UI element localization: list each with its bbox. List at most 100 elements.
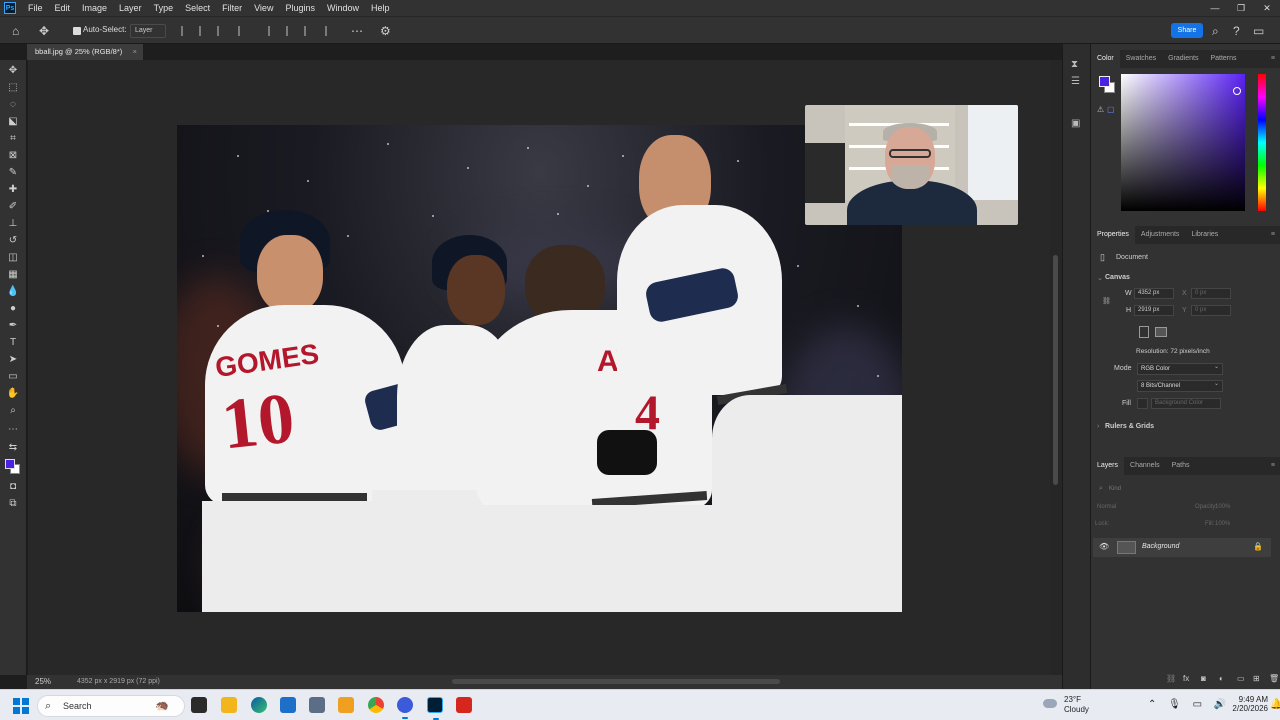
menu-select[interactable]: Select	[179, 0, 216, 16]
menu-type[interactable]: Type	[148, 0, 180, 16]
network-icon[interactable]: ▭	[1193, 699, 1202, 710]
crop-tool-icon[interactable]: ⌗	[6, 133, 20, 145]
vertical-scroll-thumb[interactable]	[1053, 255, 1058, 485]
screen-mode-icon[interactable]: ⧉	[6, 498, 20, 510]
menu-file[interactable]: File	[22, 0, 49, 16]
align-top-icon[interactable]	[268, 26, 278, 36]
collapse-chevron-icon[interactable]: ›	[1097, 423, 1099, 430]
foreground-color-swatch[interactable]	[1099, 76, 1110, 87]
healing-brush-icon[interactable]: ✚	[6, 184, 20, 196]
edge-browser-icon[interactable]	[251, 697, 267, 713]
visibility-eye-icon[interactable]: 👁	[1099, 542, 1109, 551]
home-icon[interactable]: ⌂	[12, 24, 19, 38]
rulers-grids-section[interactable]: Rulers & Grids	[1105, 423, 1154, 430]
align-center-icon[interactable]	[199, 26, 209, 36]
document-image[interactable]: GOMES 10 AVILES 4	[177, 125, 902, 612]
menu-view[interactable]: View	[248, 0, 279, 16]
document-info[interactable]: 4352 px x 2919 px (72 ppi)	[77, 678, 160, 685]
more-options-icon[interactable]: ⋯	[351, 24, 363, 38]
layer-name[interactable]: Background	[1142, 543, 1179, 550]
dodge-tool-icon[interactable]: ●	[6, 303, 20, 315]
gradient-tool-icon[interactable]: ▦	[6, 269, 20, 281]
canvas-section-label[interactable]: Canvas	[1105, 274, 1130, 281]
collapse-chevron-icon[interactable]: ⌄	[1097, 274, 1103, 282]
store-icon[interactable]	[280, 697, 296, 713]
restore-button[interactable]: ❐	[1228, 0, 1254, 16]
eraser-tool-icon[interactable]: ◫	[6, 252, 20, 264]
brush-tool-icon[interactable]: ✐	[6, 201, 20, 213]
windows-start-icon[interactable]	[13, 698, 29, 714]
color-picker-ring[interactable]	[1233, 87, 1241, 95]
menu-edit[interactable]: Edit	[49, 0, 77, 16]
distribute-icon[interactable]	[238, 26, 248, 36]
new-group-icon[interactable]: ▭	[1237, 674, 1245, 683]
menu-image[interactable]: Image	[76, 0, 113, 16]
lasso-tool-icon[interactable]: ◌	[6, 99, 20, 111]
landscape-orientation-icon[interactable]	[1155, 327, 1167, 337]
vertical-scrollbar[interactable]	[1050, 60, 1062, 675]
volume-icon[interactable]: 🔊	[1214, 699, 1226, 710]
auto-select-target-dropdown[interactable]: Layer	[130, 24, 166, 38]
help-icon[interactable]: ?	[1233, 24, 1240, 38]
calculator-icon[interactable]	[309, 697, 325, 713]
tab-swatches[interactable]: Swatches	[1120, 50, 1162, 68]
pen-tool-icon[interactable]: ✒	[6, 320, 20, 332]
chrome-icon[interactable]	[368, 697, 384, 713]
obs-icon[interactable]	[397, 697, 413, 719]
align-left-icon[interactable]	[181, 26, 191, 36]
menu-window[interactable]: Window	[321, 0, 365, 16]
tab-gradients[interactable]: Gradients	[1162, 50, 1204, 68]
quick-mask-icon[interactable]: ◘	[6, 481, 20, 493]
layer-kind-filter[interactable]: Kind	[1109, 486, 1121, 492]
path-select-icon[interactable]: ➤	[6, 354, 20, 366]
blend-mode-select[interactable]: Normal	[1097, 504, 1116, 510]
edit-toolbar-icon[interactable]: ⋯	[6, 424, 20, 436]
width-field[interactable]: 4352 px	[1134, 288, 1174, 299]
acrobat-icon[interactable]	[456, 697, 472, 713]
taskbar-search[interactable]: ⌕ Search 🦔	[37, 695, 185, 717]
task-view-icon[interactable]	[191, 697, 207, 713]
clone-stamp-icon[interactable]: ⊥	[6, 218, 20, 230]
link-dimensions-icon[interactable]: ⛓	[1102, 297, 1111, 305]
swap-colors-icon[interactable]: ⇆	[6, 442, 20, 454]
delete-layer-icon[interactable]: 🗑	[1269, 674, 1279, 683]
hue-slider[interactable]	[1258, 74, 1266, 211]
tab-patterns[interactable]: Patterns	[1204, 50, 1242, 68]
type-tool-icon[interactable]: T	[6, 337, 20, 349]
object-select-tool-icon[interactable]: ⬕	[6, 116, 20, 128]
portrait-orientation-icon[interactable]	[1139, 326, 1149, 338]
menu-layer[interactable]: Layer	[113, 0, 148, 16]
blur-tool-icon[interactable]: 💧	[6, 286, 20, 298]
fill-select[interactable]: Background Color	[1151, 398, 1221, 409]
auto-select-checkbox[interactable]	[73, 27, 81, 35]
align-bottom-icon[interactable]	[304, 26, 314, 36]
zoom-level[interactable]: 25%	[35, 677, 51, 686]
layer-row-background[interactable]: 👁 Background 🔒	[1093, 538, 1271, 557]
history-brush-icon[interactable]: ↺	[6, 235, 20, 247]
workspace-icon[interactable]: ▭	[1253, 24, 1264, 38]
minimize-button[interactable]: —	[1202, 0, 1228, 16]
taskbar-clock[interactable]: 9:49 AM 2/20/2026	[1226, 695, 1268, 713]
add-mask-icon[interactable]: ◙	[1201, 674, 1206, 683]
distribute-vertical-icon[interactable]	[325, 26, 335, 36]
tab-layers[interactable]: Layers	[1091, 457, 1125, 475]
x-field[interactable]: 0 px	[1191, 288, 1231, 299]
properties-panel-icon[interactable]: ☰	[1071, 76, 1080, 87]
eyedropper-tool-icon[interactable]: ✎	[6, 167, 20, 179]
opacity-value[interactable]: 100%	[1215, 504, 1230, 510]
tab-color[interactable]: Color	[1091, 50, 1120, 68]
new-layer-icon[interactable]: ⊞	[1253, 674, 1260, 683]
tab-properties[interactable]: Properties	[1091, 226, 1135, 244]
show-hidden-icons[interactable]: ⌃	[1148, 699, 1156, 710]
share-button[interactable]: Share	[1171, 23, 1203, 38]
horizontal-scroll-thumb[interactable]	[452, 679, 780, 684]
close-button[interactable]: ✕	[1254, 0, 1280, 16]
align-middle-icon[interactable]	[286, 26, 296, 36]
move-tool-icon[interactable]: ✥	[6, 65, 20, 77]
panel-menu-icon[interactable]: ≡	[1271, 457, 1275, 475]
link-layers-icon[interactable]: ⛓	[1166, 674, 1176, 683]
tab-libraries[interactable]: Libraries	[1185, 226, 1224, 244]
tab-adjustments[interactable]: Adjustments	[1135, 226, 1186, 244]
fill-swatch[interactable]	[1137, 398, 1148, 409]
menu-filter[interactable]: Filter	[216, 0, 248, 16]
